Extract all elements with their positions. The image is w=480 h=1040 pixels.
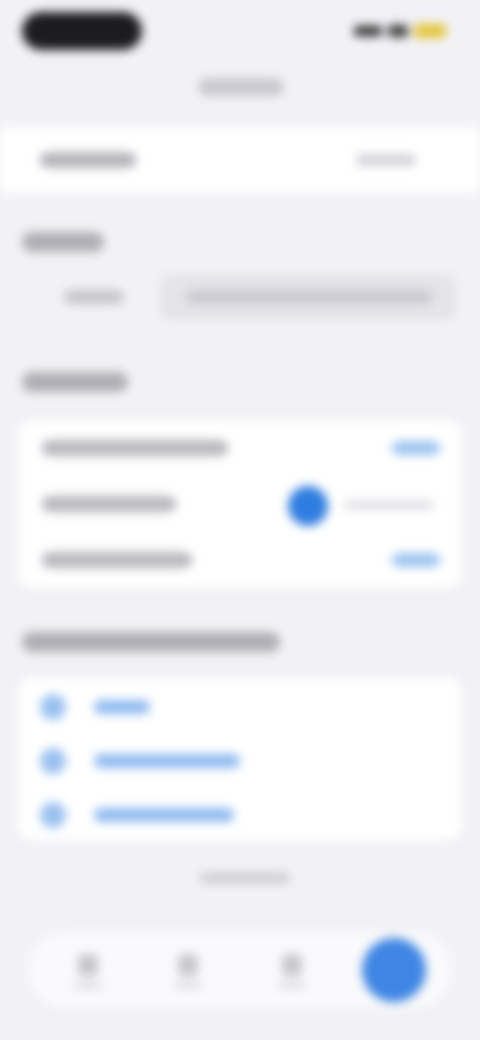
tab-caption xyxy=(278,982,306,988)
link-row-2[interactable] xyxy=(18,734,462,788)
tab-icon xyxy=(78,954,98,976)
link-row-1[interactable] xyxy=(18,680,462,734)
settings-row-value xyxy=(392,441,440,455)
settings-row-label xyxy=(42,440,228,456)
account-row[interactable] xyxy=(0,128,480,192)
settings-row-3[interactable] xyxy=(18,532,462,588)
tab-icon xyxy=(178,954,198,976)
links-card xyxy=(18,678,462,840)
tab-bar xyxy=(28,932,452,1008)
tab-4-active[interactable] xyxy=(362,938,426,1002)
tab-caption xyxy=(74,982,102,988)
tab-caption xyxy=(174,982,202,988)
battery-icon xyxy=(414,24,446,38)
tab-1[interactable] xyxy=(68,950,108,990)
status-icons xyxy=(354,24,446,38)
settings-row-value xyxy=(392,553,440,567)
app-screen xyxy=(0,0,480,1040)
section-header-2 xyxy=(22,372,128,392)
account-row-label xyxy=(40,152,136,168)
tab-2[interactable] xyxy=(168,950,208,990)
settings-row-label xyxy=(42,496,176,512)
section-header-1 xyxy=(22,232,104,252)
settings-toggle[interactable] xyxy=(288,486,438,526)
toggle-knob xyxy=(288,486,328,526)
tab-icon xyxy=(282,954,302,976)
tab-3[interactable] xyxy=(272,950,312,990)
settings-row-1[interactable] xyxy=(18,420,462,476)
link-label xyxy=(94,754,240,768)
status-time-pill xyxy=(22,12,142,50)
input-row-label xyxy=(64,290,124,304)
wifi-icon xyxy=(388,25,408,37)
link-icon xyxy=(40,802,66,828)
link-icon xyxy=(40,748,66,774)
section-header-3 xyxy=(22,632,280,652)
signal-icon xyxy=(354,26,382,36)
footer-note xyxy=(200,872,290,884)
tab-icon xyxy=(362,938,426,1002)
settings-row-label xyxy=(42,552,192,568)
link-label xyxy=(94,700,150,714)
toggle-track xyxy=(344,500,434,510)
input-placeholder xyxy=(186,291,432,303)
account-row-value xyxy=(356,154,416,166)
settings-card xyxy=(18,420,462,588)
settings-row-2 xyxy=(18,476,462,532)
link-label xyxy=(94,808,234,822)
text-input[interactable] xyxy=(160,274,456,320)
page-title xyxy=(198,78,284,96)
link-icon xyxy=(40,694,66,720)
link-row-3[interactable] xyxy=(18,788,462,842)
